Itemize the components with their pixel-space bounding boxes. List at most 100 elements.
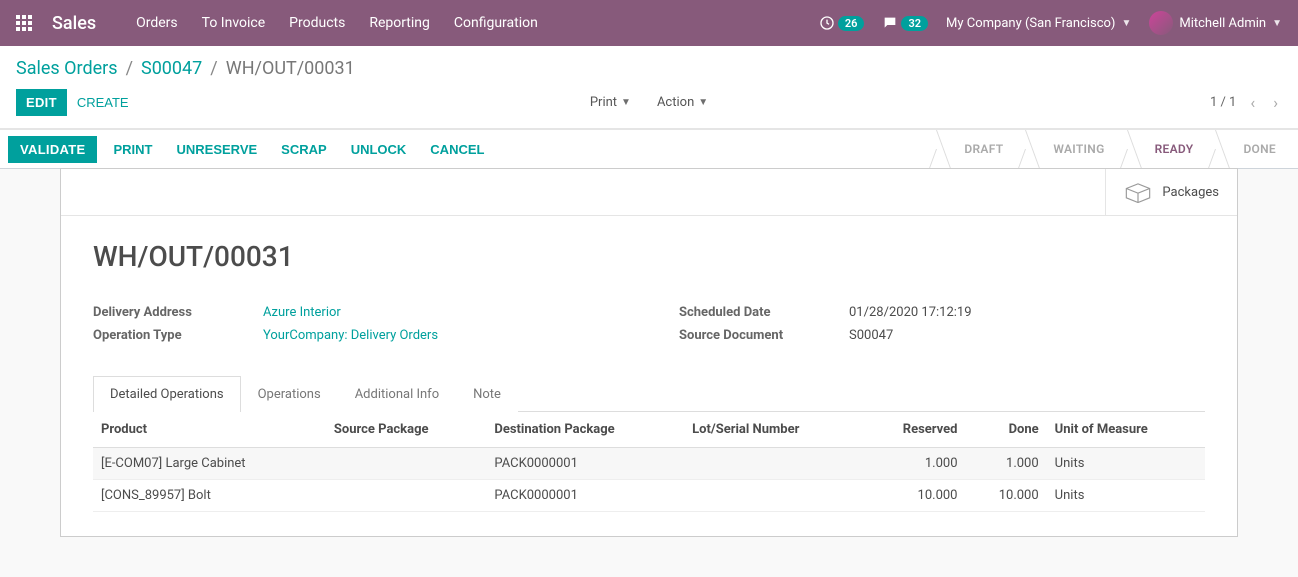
print-label: Print [590, 95, 617, 110]
control-row: EDIT CREATE Print ▼ Action ▼ 1 / 1 ‹ › [16, 79, 1282, 128]
field-scheduled-date: Scheduled Date 01/28/2020 17:12:19 [679, 301, 1205, 324]
top-menu: Orders To Invoice Products Reporting Con… [136, 15, 819, 31]
action-dropdown[interactable]: Action ▼ [657, 95, 708, 110]
breadcrumb-parent[interactable]: S00047 [141, 58, 202, 79]
status-steps: DRAFT WAITING READY DONE [936, 130, 1298, 168]
activity-indicator[interactable]: 26 [819, 15, 865, 31]
package-icon [1124, 181, 1152, 203]
chat-icon [882, 15, 898, 31]
user-menu[interactable]: Mitchell Admin ▼ [1149, 11, 1282, 35]
col-uom: Unit of Measure [1047, 412, 1205, 448]
status-step-ready[interactable]: READY [1127, 130, 1216, 168]
col-reserved: Reserved [863, 412, 966, 448]
form-sheet: Packages WH/OUT/00031 Delivery Address A… [60, 168, 1238, 537]
cell-product: [CONS_89957] Bolt [93, 480, 326, 512]
field-col-left: Delivery Address Azure Interior Operatio… [93, 301, 619, 347]
cell-source-package [326, 480, 487, 512]
scrap-button[interactable]: SCRAP [269, 136, 339, 163]
menu-orders[interactable]: Orders [136, 15, 178, 31]
breadcrumb-row: Sales Orders / S00047 / WH/OUT/00031 EDI… [0, 46, 1298, 129]
cell-uom: Units [1047, 480, 1205, 512]
status-bar: VALIDATE PRINT UNRESERVE SCRAP UNLOCK CA… [0, 129, 1298, 169]
top-navbar: Sales Orders To Invoice Products Reporti… [0, 0, 1298, 46]
pager-prev[interactable]: ‹ [1246, 93, 1259, 112]
pager: 1 / 1 ‹ › [1210, 93, 1282, 112]
field-groups: Delivery Address Azure Interior Operatio… [93, 301, 1205, 347]
status-step-done[interactable]: DONE [1215, 130, 1298, 168]
avatar [1149, 11, 1173, 35]
cell-done: 1.000 [966, 448, 1047, 480]
scheduled-date-value: 01/28/2020 17:12:19 [849, 305, 972, 320]
operation-type-value[interactable]: YourCompany: Delivery Orders [263, 328, 438, 343]
col-product: Product [93, 412, 326, 448]
menu-products[interactable]: Products [289, 15, 345, 31]
operation-type-label: Operation Type [93, 328, 263, 343]
company-switcher[interactable]: My Company (San Francisco) ▼ [946, 16, 1131, 31]
caret-down-icon: ▼ [621, 97, 631, 108]
cell-reserved: 10.000 [863, 480, 966, 512]
unreserve-button[interactable]: UNRESERVE [164, 136, 269, 163]
operations-table: Product Source Package Destination Packa… [93, 412, 1205, 512]
cell-done: 10.000 [966, 480, 1047, 512]
table-row[interactable]: [E-COM07] Large CabinetPACK00000011.0001… [93, 448, 1205, 480]
caret-down-icon: ▼ [1272, 18, 1282, 29]
breadcrumb-sep: / [126, 58, 133, 79]
sheet-body: WH/OUT/00031 Delivery Address Azure Inte… [61, 216, 1237, 536]
cell-lot-serial [684, 480, 863, 512]
breadcrumb-root[interactable]: Sales Orders [16, 58, 118, 79]
sheet-top-buttons: Packages [61, 169, 1237, 216]
scheduled-date-label: Scheduled Date [679, 305, 849, 320]
col-lot-serial: Lot/Serial Number [684, 412, 863, 448]
field-delivery-address: Delivery Address Azure Interior [93, 301, 619, 324]
page-title: WH/OUT/00031 [93, 240, 1205, 273]
edit-button[interactable]: EDIT [16, 89, 67, 116]
clock-icon [819, 15, 835, 31]
table-header-row: Product Source Package Destination Packa… [93, 412, 1205, 448]
menu-to-invoice[interactable]: To Invoice [202, 15, 266, 31]
form-sheet-wrap: Packages WH/OUT/00031 Delivery Address A… [0, 168, 1298, 577]
caret-down-icon: ▼ [1121, 18, 1131, 29]
print-button[interactable]: PRINT [101, 136, 164, 163]
col-done: Done [966, 412, 1047, 448]
cell-destination-package: PACK0000001 [486, 480, 684, 512]
cell-lot-serial [684, 448, 863, 480]
print-dropdown[interactable]: Print ▼ [590, 95, 631, 110]
cell-reserved: 1.000 [863, 448, 966, 480]
messages-count: 32 [901, 16, 928, 31]
messages-indicator[interactable]: 32 [882, 15, 928, 31]
action-label: Action [657, 95, 694, 110]
breadcrumb-sep: / [210, 58, 217, 79]
tab-note[interactable]: Note [456, 376, 518, 412]
apps-icon[interactable] [16, 15, 32, 31]
delivery-address-value[interactable]: Azure Interior [263, 305, 341, 320]
tab-detailed-operations[interactable]: Detailed Operations [93, 376, 241, 412]
pager-text: 1 / 1 [1210, 95, 1236, 110]
source-document-label: Source Document [679, 328, 849, 343]
cell-uom: Units [1047, 448, 1205, 480]
delivery-address-label: Delivery Address [93, 305, 263, 320]
col-source-package: Source Package [326, 412, 487, 448]
breadcrumb-current: WH/OUT/00031 [226, 58, 355, 79]
unlock-button[interactable]: UNLOCK [339, 136, 419, 163]
pager-next[interactable]: › [1269, 93, 1282, 112]
source-document-value: S00047 [849, 328, 893, 343]
field-source-document: Source Document S00047 [679, 324, 1205, 347]
tab-additional-info[interactable]: Additional Info [338, 376, 456, 412]
tab-operations[interactable]: Operations [241, 376, 338, 412]
topbar-right: 26 32 My Company (San Francisco) ▼ Mitch… [819, 11, 1282, 35]
validate-button[interactable]: VALIDATE [8, 136, 97, 163]
cancel-button[interactable]: CANCEL [418, 136, 496, 163]
menu-reporting[interactable]: Reporting [369, 15, 430, 31]
status-step-waiting[interactable]: WAITING [1025, 130, 1126, 168]
sheet-tabs: Detailed Operations Operations Additiona… [93, 375, 1205, 412]
packages-button[interactable]: Packages [1105, 169, 1237, 215]
breadcrumb: Sales Orders / S00047 / WH/OUT/00031 [16, 58, 1282, 79]
cell-destination-package: PACK0000001 [486, 448, 684, 480]
table-row[interactable]: [CONS_89957] Bolt PACK0000001 10.00010.000… [93, 480, 1205, 512]
status-step-draft[interactable]: DRAFT [936, 130, 1025, 168]
app-brand[interactable]: Sales [52, 13, 96, 34]
create-button[interactable]: CREATE [67, 89, 139, 116]
col-destination-package: Destination Package [486, 412, 684, 448]
menu-configuration[interactable]: Configuration [454, 15, 538, 31]
user-name: Mitchell Admin [1179, 16, 1266, 31]
